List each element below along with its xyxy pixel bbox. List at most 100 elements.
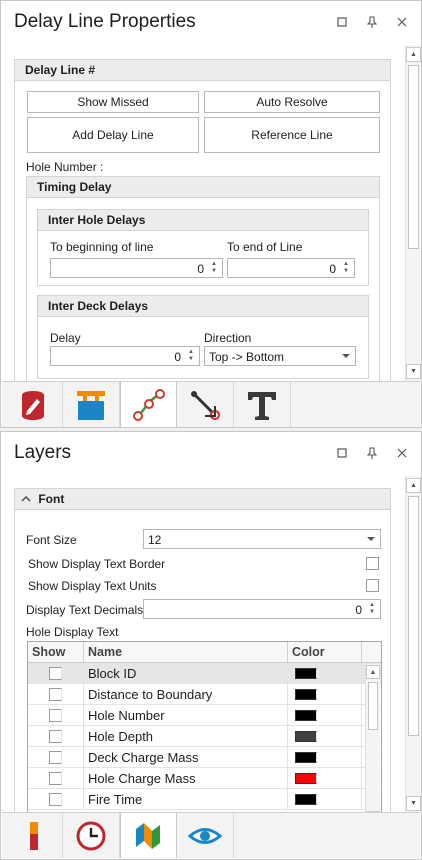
- pin-icon[interactable]: [365, 15, 379, 29]
- spinner-arrows-icon[interactable]: ▲ ▼: [367, 602, 377, 616]
- reference-line-button[interactable]: Reference Line: [204, 117, 380, 153]
- layers-content-area: Font Font Size 12 Show Display Text Bord…: [2, 476, 403, 813]
- font-section-header[interactable]: Font: [15, 489, 390, 510]
- show-border-checkbox[interactable]: [366, 557, 379, 570]
- color-swatch[interactable]: [295, 794, 317, 805]
- delay-line-icon: [132, 388, 165, 421]
- scroll-down-icon[interactable]: ▼: [406, 796, 421, 811]
- color-swatch[interactable]: [295, 731, 317, 742]
- color-cell[interactable]: [288, 747, 362, 767]
- table-row[interactable]: Distance to Boundary: [28, 684, 381, 705]
- show-checkbox[interactable]: [49, 730, 62, 743]
- spinner-arrows-icon[interactable]: ▲ ▼: [186, 349, 196, 363]
- show-cell: [28, 789, 84, 809]
- tab-detonator[interactable]: [63, 382, 120, 427]
- maximize-icon[interactable]: [335, 446, 349, 460]
- inter-deck-delays-header: Inter Deck Delays: [38, 296, 368, 317]
- chevron-down-icon: [342, 354, 350, 358]
- scroll-thumb[interactable]: [408, 496, 419, 736]
- layers-map-icon: [135, 822, 160, 849]
- hole-display-text-grid: Show Name Color Block ID Distance to Boun…: [27, 641, 382, 813]
- scroll-down-icon[interactable]: ▼: [406, 364, 421, 379]
- color-swatch[interactable]: [295, 689, 317, 700]
- spinner-arrows-icon[interactable]: ▲ ▼: [209, 261, 219, 275]
- table-row[interactable]: Hole Charge Mass: [28, 768, 381, 789]
- tab-database[interactable]: [6, 382, 63, 427]
- table-row[interactable]: Hole Number: [28, 705, 381, 726]
- show-missed-button[interactable]: Show Missed: [27, 91, 199, 113]
- font-section-title: Font: [38, 492, 65, 506]
- scroll-thumb[interactable]: [368, 682, 378, 730]
- show-checkbox[interactable]: [49, 751, 62, 764]
- add-delay-line-button[interactable]: Add Delay Line: [27, 117, 199, 153]
- dropdown-value: Top -> Bottom: [209, 350, 285, 364]
- direction-label: Direction: [204, 331, 252, 345]
- chevron-down-icon: [367, 537, 375, 541]
- show-cell: [28, 768, 84, 788]
- legend-bar-icon: [30, 821, 38, 850]
- show-units-label: Show Display Text Units: [28, 579, 157, 593]
- table-row[interactable]: Hole Depth: [28, 726, 381, 747]
- decimals-spinner[interactable]: 0 ▲ ▼: [143, 599, 381, 619]
- scroll-up-icon[interactable]: ▲: [406, 478, 421, 493]
- scroll-up-icon[interactable]: ▲: [406, 47, 421, 62]
- show-cell: [28, 684, 84, 704]
- color-swatch[interactable]: [295, 710, 317, 721]
- delay-content-area: Delay Line # Show Missed Auto Resolve Ad…: [2, 45, 403, 381]
- scroll-thumb[interactable]: [408, 65, 419, 249]
- grid-body: Block ID Distance to Boundary Hole Number H…: [28, 663, 381, 810]
- tab-text[interactable]: [234, 382, 291, 427]
- table-row[interactable]: Block ID: [28, 663, 381, 684]
- tab-timing[interactable]: [63, 813, 120, 858]
- color-cell[interactable]: [288, 726, 362, 746]
- close-icon[interactable]: [395, 15, 409, 29]
- color-cell[interactable]: [288, 684, 362, 704]
- column-header-show[interactable]: Show: [28, 642, 84, 662]
- tab-layers[interactable]: [120, 813, 177, 858]
- pin-icon[interactable]: [365, 446, 379, 460]
- color-cell[interactable]: [288, 705, 362, 725]
- tab-tie-up[interactable]: [177, 382, 234, 427]
- inter-hole-delays-section: Inter Hole Delays To beginning of line T…: [37, 209, 369, 286]
- spinner-arrows-icon[interactable]: ▲ ▼: [341, 261, 351, 275]
- grid-scrollbar[interactable]: ▲ ▼: [365, 664, 380, 813]
- collapse-icon: [21, 496, 31, 502]
- to-end-spinner[interactable]: 0 ▲ ▼: [227, 258, 355, 278]
- font-size-dropdown[interactable]: 12: [143, 529, 381, 549]
- to-beginning-spinner[interactable]: 0 ▲ ▼: [50, 258, 223, 278]
- tab-legend[interactable]: [6, 813, 63, 858]
- maximize-icon[interactable]: [335, 15, 349, 29]
- show-checkbox[interactable]: [49, 793, 62, 806]
- show-cell: [28, 663, 84, 683]
- delay-spinner[interactable]: 0 ▲ ▼: [50, 346, 200, 366]
- table-row[interactable]: Fire Time: [28, 789, 381, 810]
- show-units-checkbox[interactable]: [366, 579, 379, 592]
- show-checkbox[interactable]: [49, 688, 62, 701]
- vertical-scrollbar[interactable]: ▲ ▼: [405, 476, 421, 813]
- decimals-label: Display Text Decimals: [26, 603, 144, 617]
- show-checkbox[interactable]: [49, 772, 62, 785]
- font-size-label: Font Size: [26, 533, 77, 547]
- show-checkbox[interactable]: [49, 667, 62, 680]
- color-swatch[interactable]: [295, 773, 317, 784]
- section-header: Delay Line #: [15, 60, 390, 81]
- vertical-scrollbar[interactable]: ▲ ▼: [405, 45, 421, 381]
- scroll-up-icon[interactable]: ▲: [366, 665, 380, 679]
- color-cell[interactable]: [288, 789, 362, 809]
- color-swatch[interactable]: [295, 752, 317, 763]
- direction-dropdown[interactable]: Top -> Bottom: [204, 346, 356, 366]
- tab-delay-line[interactable]: [120, 382, 177, 427]
- dropdown-value: 12: [148, 533, 162, 547]
- show-checkbox[interactable]: [49, 709, 62, 722]
- to-beginning-label: To beginning of line: [50, 240, 154, 254]
- color-cell[interactable]: [288, 663, 362, 683]
- close-icon[interactable]: [395, 446, 409, 460]
- tab-visibility[interactable]: [177, 813, 234, 858]
- column-header-color[interactable]: Color: [288, 642, 362, 662]
- table-row[interactable]: Deck Charge Mass: [28, 747, 381, 768]
- delay-line-properties-panel: Delay Line Properties Delay Line # Show …: [0, 0, 422, 428]
- color-swatch[interactable]: [295, 668, 317, 679]
- auto-resolve-button[interactable]: Auto Resolve: [204, 91, 380, 113]
- column-header-name[interactable]: Name: [84, 642, 288, 662]
- color-cell[interactable]: [288, 768, 362, 788]
